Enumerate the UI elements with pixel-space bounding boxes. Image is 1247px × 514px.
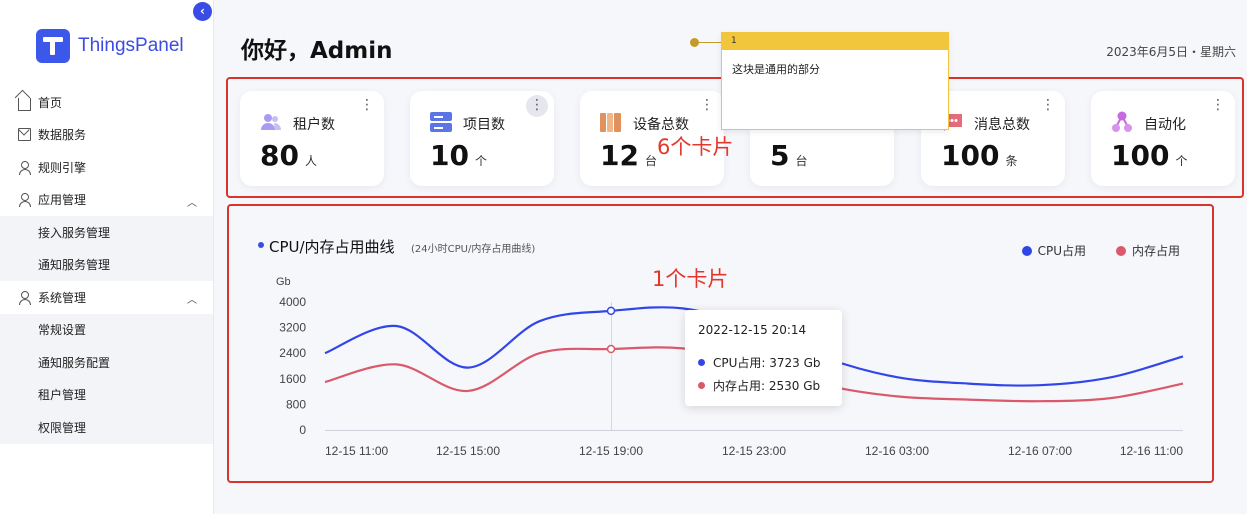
y-tick-label: 800 — [286, 397, 306, 411]
x-tick-label: 12-16 11:00 — [1120, 444, 1183, 458]
sticky-note-number: 1 — [722, 33, 948, 50]
y-tick-label: 0 — [299, 423, 306, 437]
tooltip-value: CPU占用: 3723 Gb — [713, 356, 821, 370]
series-point-cpu — [606, 306, 616, 316]
y-tick-label: 2400 — [279, 346, 306, 360]
chart-tooltip: 2022-12-15 20:14 CPU占用: 3723 Gb 内存占用: 25… — [685, 310, 842, 406]
tooltip-time: 2022-12-15 20:14 — [698, 323, 807, 337]
line-chart[interactable]: Gb 4000 3200 2400 1600 800 0 12-15 11:00 12-15 1… — [0, 0, 1247, 514]
x-tick-label: 12-15 23:00 — [722, 444, 786, 458]
series-point-memory — [606, 344, 616, 354]
x-tick-label: 12-15 19:00 — [579, 444, 643, 458]
x-tick-label: 12-15 15:00 — [436, 444, 500, 458]
tooltip-value: 内存占用: 2530 Gb — [713, 379, 821, 393]
x-tick-label: 12-16 03:00 — [865, 444, 929, 458]
y-tick-label: 1600 — [279, 372, 306, 386]
annotation-label-chart: 1个卡片 — [652, 267, 729, 291]
tooltip-row-memory: 内存占用: 2530 Gb — [698, 377, 820, 394]
y-axis-unit: Gb — [276, 276, 291, 288]
y-tick-label: 3200 — [279, 321, 306, 335]
sticky-note-text: 这块是通用的部分 — [732, 63, 820, 76]
tooltip-dot-icon — [698, 359, 705, 366]
sticky-note[interactable]: 1 这块是通用的部分 — [721, 32, 949, 130]
tooltip-row-cpu: CPU占用: 3723 Gb — [698, 354, 821, 371]
tooltip-dot-icon — [698, 382, 705, 389]
annotation-label-cards: 6个卡片 — [657, 135, 734, 159]
x-tick-label: 12-16 07:00 — [1008, 444, 1072, 458]
y-tick-label: 4000 — [279, 295, 306, 309]
x-tick-label: 12-15 11:00 — [325, 444, 388, 458]
